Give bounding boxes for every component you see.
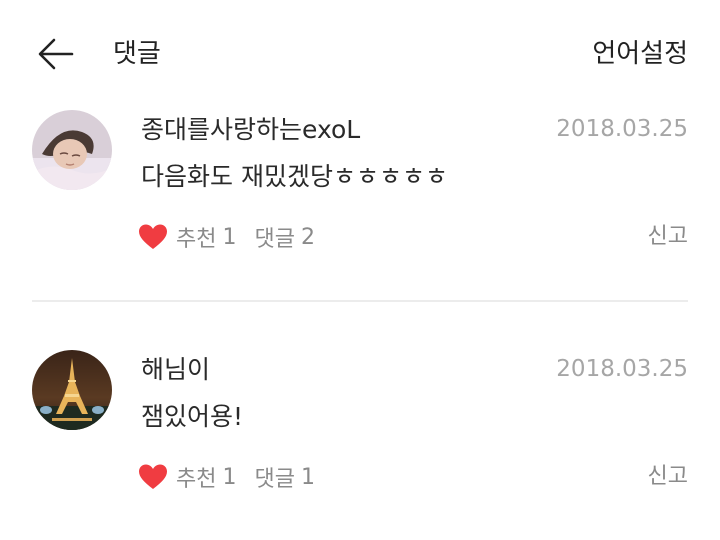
author-name[interactable]: 해님이 — [141, 354, 210, 386]
like-count: 1 — [222, 464, 237, 490]
comment-actions: 추천 1 댓글 2 — [138, 222, 315, 252]
like-button[interactable]: 추천 — [176, 461, 216, 493]
app-header: 댓글 언어설정 — [0, 0, 720, 106]
back-button[interactable] — [36, 36, 76, 72]
eiffel-tower-photo-icon — [32, 350, 112, 430]
arrow-left-icon — [38, 38, 74, 70]
reply-count: 2 — [300, 224, 315, 250]
comment-item: 종대를사랑하는exoL 2018.03.25 다음화도 재밌겠당ㅎㅎㅎㅎㅎ 추천… — [0, 106, 720, 296]
comment-text: 잼있어용! — [141, 402, 244, 431]
language-settings-button[interactable]: 언어설정 — [592, 38, 688, 70]
comment-text: 다음화도 재밌겠당ㅎㅎㅎㅎㅎ — [141, 162, 448, 191]
report-button[interactable]: 신고 — [648, 222, 688, 252]
heart-icon[interactable] — [138, 223, 168, 251]
heart-icon[interactable] — [138, 463, 168, 491]
like-button[interactable]: 추천 — [176, 221, 216, 253]
like-count: 1 — [222, 224, 237, 250]
comment-date: 2018.03.25 — [556, 116, 688, 142]
reply-button[interactable]: 댓글 — [254, 461, 294, 493]
comment-date: 2018.03.25 — [556, 356, 688, 382]
reply-count: 1 — [300, 464, 315, 490]
reply-button[interactable]: 댓글 — [254, 221, 294, 253]
page-title: 댓글 — [113, 39, 161, 69]
avatar[interactable] — [32, 110, 112, 190]
comment-item: 해님이 2018.03.25 잼있어용! 추천 1 댓글 1 신고 — [0, 346, 720, 536]
person-photo-icon — [32, 110, 112, 190]
author-name[interactable]: 종대를사랑하는exoL — [141, 114, 360, 146]
report-button[interactable]: 신고 — [648, 462, 688, 492]
avatar[interactable] — [32, 350, 112, 430]
comment-actions: 추천 1 댓글 1 — [138, 462, 315, 492]
divider — [32, 300, 688, 302]
